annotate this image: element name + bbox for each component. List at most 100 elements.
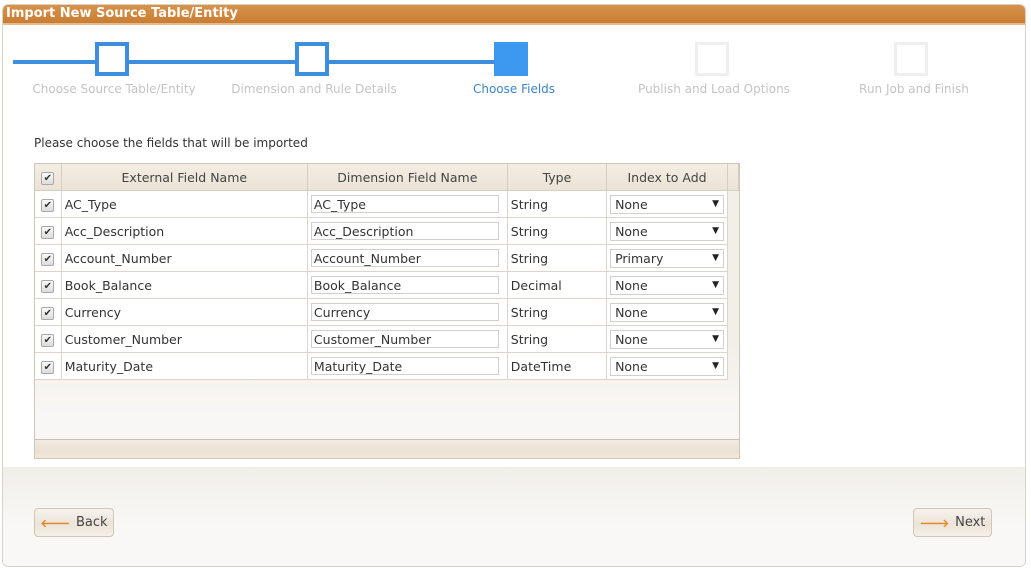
- column-header-external[interactable]: External Field Name: [61, 164, 308, 191]
- index-select-value: None: [615, 304, 648, 320]
- external-field-name: Currency: [61, 298, 308, 326]
- select-all-checkbox[interactable]: ✔: [41, 171, 55, 185]
- index-cell: None ▼: [606, 217, 729, 245]
- step-5-box: [894, 42, 928, 76]
- dimension-field-cell: [307, 244, 508, 272]
- row-checkbox[interactable]: ✔: [41, 306, 55, 320]
- step-1-label[interactable]: Choose Source Table/Entity: [32, 82, 195, 96]
- arrow-left-icon: 🡐: [40, 516, 70, 530]
- external-field-name: Maturity_Date: [61, 352, 308, 380]
- dialog-footer: 🡐 Back 🡒 Next: [3, 467, 1025, 566]
- dimension-field-input[interactable]: [310, 276, 499, 294]
- dropdown-arrow-icon: ▼: [712, 199, 720, 209]
- index-select-value: None: [615, 223, 648, 239]
- dimension-field-cell: [307, 352, 508, 380]
- dropdown-arrow-icon: ▼: [712, 280, 720, 290]
- step-2-label[interactable]: Dimension and Rule Details: [231, 82, 397, 96]
- step-2-box[interactable]: [295, 42, 329, 76]
- field-type: DateTime: [507, 352, 608, 380]
- dropdown-arrow-icon: ▼: [712, 334, 720, 344]
- wizard-progress-line: [13, 60, 513, 64]
- table-row: ✔ Book_Balance Decimal None ▼: [35, 271, 739, 299]
- dimension-field-cell: [307, 190, 508, 218]
- scrollbar-header-spacer: [727, 164, 739, 191]
- column-header-type[interactable]: Type: [507, 164, 608, 191]
- index-cell: None ▼: [606, 271, 729, 299]
- dimension-field-input[interactable]: [310, 330, 499, 348]
- index-select-value: None: [615, 358, 648, 374]
- dimension-field-input[interactable]: [310, 303, 499, 321]
- row-checkbox[interactable]: ✔: [41, 252, 55, 266]
- select-all-header[interactable]: ✔: [35, 164, 62, 191]
- index-select[interactable]: Primary ▼: [610, 248, 725, 268]
- row-checkbox-cell[interactable]: ✔: [35, 325, 62, 353]
- index-select[interactable]: None ▼: [610, 275, 725, 295]
- fields-grid: ✔ External Field Name Dimension Field Na…: [34, 163, 740, 459]
- table-row: ✔ AC_Type String None ▼: [35, 190, 739, 218]
- index-select[interactable]: None ▼: [610, 329, 725, 349]
- row-spacer: [728, 272, 739, 299]
- index-cell: None ▼: [606, 352, 729, 380]
- row-checkbox-cell[interactable]: ✔: [35, 190, 62, 218]
- wizard-steps: Choose Source Table/Entity Dimension and…: [3, 25, 1025, 105]
- table-row: ✔ Customer_Number String None ▼: [35, 325, 739, 353]
- dimension-field-cell: [307, 325, 508, 353]
- row-checkbox[interactable]: ✔: [41, 360, 55, 374]
- row-checkbox[interactable]: ✔: [41, 198, 55, 212]
- row-checkbox-cell[interactable]: ✔: [35, 298, 62, 326]
- field-type: String: [507, 298, 608, 326]
- next-button[interactable]: 🡒 Next: [913, 508, 992, 537]
- field-type: String: [507, 244, 608, 272]
- dimension-field-cell: [307, 271, 508, 299]
- step-4-box: [695, 42, 729, 76]
- dimension-field-input[interactable]: [310, 222, 499, 240]
- step-3-box: [494, 42, 528, 76]
- row-spacer: [728, 218, 739, 245]
- row-checkbox[interactable]: ✔: [41, 279, 55, 293]
- row-spacer: [728, 191, 739, 218]
- external-field-name: Customer_Number: [61, 325, 308, 353]
- back-button[interactable]: 🡐 Back: [34, 508, 114, 537]
- row-spacer: [728, 353, 739, 380]
- index-cell: None ▼: [606, 190, 729, 218]
- index-select-value: None: [615, 331, 648, 347]
- dimension-field-input[interactable]: [310, 249, 499, 267]
- index-cell: Primary ▼: [606, 244, 729, 272]
- dropdown-arrow-icon: ▼: [712, 253, 720, 263]
- dimension-field-input[interactable]: [310, 195, 499, 213]
- external-field-name: AC_Type: [61, 190, 308, 218]
- row-spacer: [728, 326, 739, 353]
- dialog-title: Import New Source Table/Entity: [3, 5, 1025, 25]
- external-field-name: Book_Balance: [61, 271, 308, 299]
- index-select[interactable]: None ▼: [610, 194, 725, 214]
- header-row: ✔ External Field Name Dimension Field Na…: [35, 164, 739, 191]
- external-field-name: Account_Number: [61, 244, 308, 272]
- step-5-label: Run Job and Finish: [859, 82, 969, 96]
- dropdown-arrow-icon: ▼: [712, 307, 720, 317]
- field-type: String: [507, 325, 608, 353]
- table-row: ✔ Currency String None ▼: [35, 298, 739, 326]
- row-checkbox-cell[interactable]: ✔: [35, 271, 62, 299]
- dropdown-arrow-icon: ▼: [712, 361, 720, 371]
- index-select-value: Primary: [615, 250, 664, 266]
- field-type: String: [507, 217, 608, 245]
- index-cell: None ▼: [606, 298, 729, 326]
- step-1-box[interactable]: [95, 42, 129, 76]
- index-select[interactable]: None ▼: [610, 302, 725, 322]
- row-checkbox[interactable]: ✔: [41, 225, 55, 239]
- dimension-field-cell: [307, 217, 508, 245]
- row-checkbox-cell[interactable]: ✔: [35, 352, 62, 380]
- index-cell: None ▼: [606, 325, 729, 353]
- grid-footer: [35, 439, 739, 458]
- dimension-field-cell: [307, 298, 508, 326]
- row-checkbox-cell[interactable]: ✔: [35, 244, 62, 272]
- dimension-field-input[interactable]: [310, 357, 499, 375]
- table-row: ✔ Account_Number String Primary ▼: [35, 244, 739, 272]
- column-header-dimension[interactable]: Dimension Field Name: [307, 164, 508, 191]
- index-select[interactable]: None ▼: [610, 221, 725, 241]
- column-header-index[interactable]: Index to Add: [606, 164, 729, 191]
- index-select[interactable]: None ▼: [610, 356, 725, 376]
- row-spacer: [728, 245, 739, 272]
- row-checkbox-cell[interactable]: ✔: [35, 217, 62, 245]
- row-checkbox[interactable]: ✔: [41, 333, 55, 347]
